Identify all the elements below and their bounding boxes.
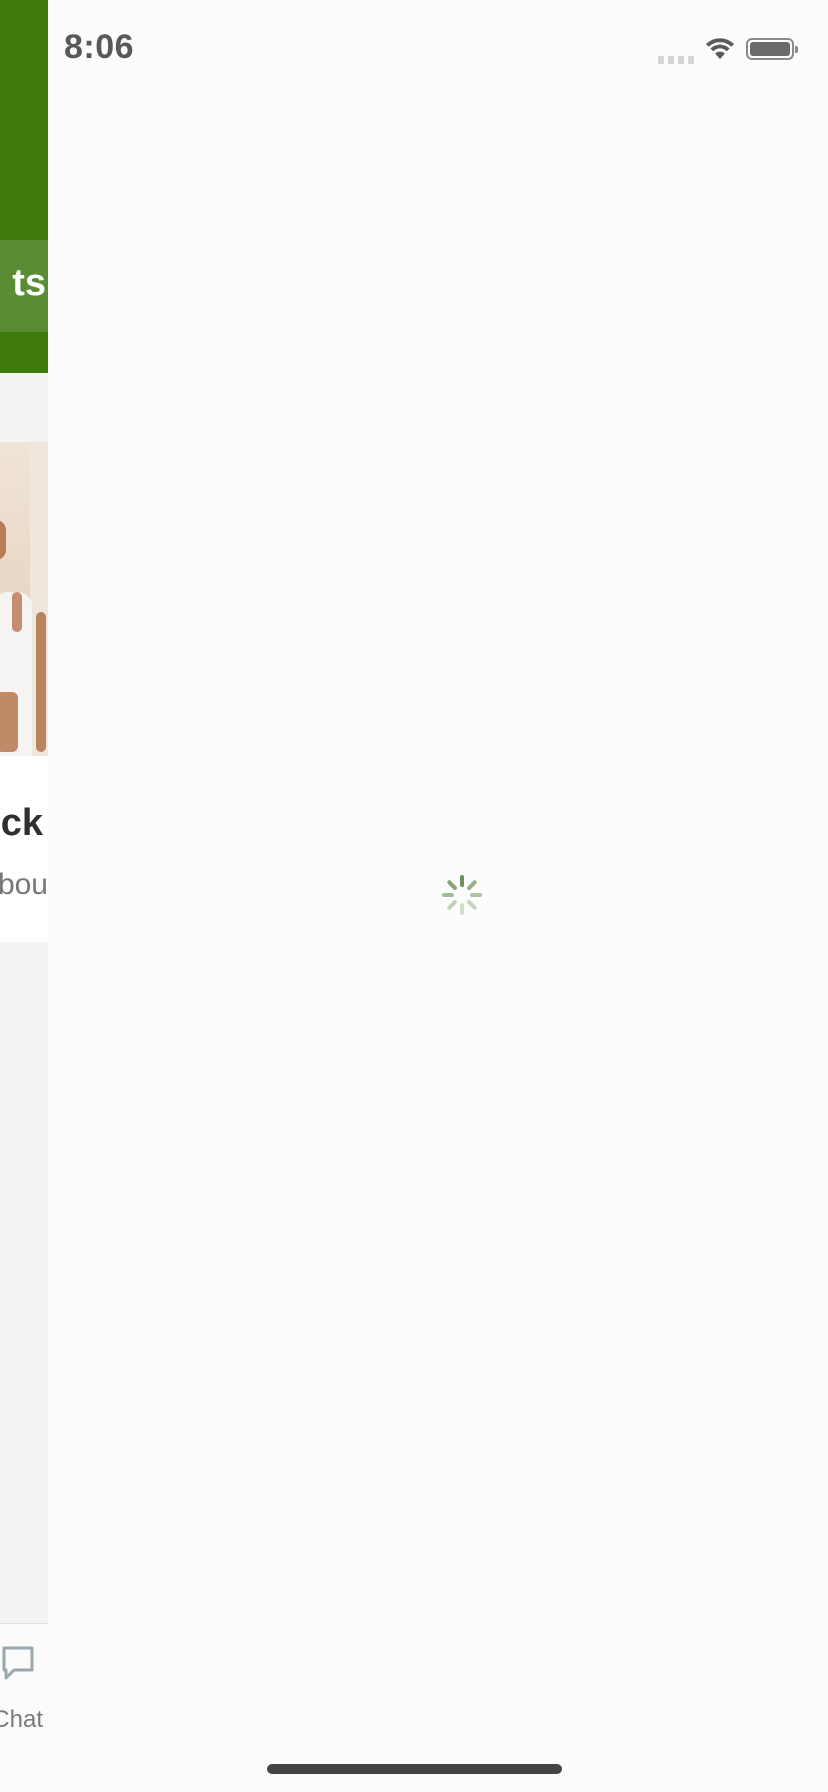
photo-arm	[12, 592, 22, 632]
cellular-signal-icon	[658, 42, 694, 64]
photo-arm	[0, 692, 18, 752]
background-page: ts ck bou Chat	[0, 0, 48, 1792]
app-screen: ts ck bou Chat 8:06	[0, 0, 828, 1792]
background-card-title: ck	[0, 802, 43, 844]
status-icons	[658, 34, 798, 64]
status-time: 8:06	[64, 28, 135, 66]
battery-icon	[746, 38, 798, 60]
home-indicator[interactable]	[267, 1764, 562, 1774]
photo-arm	[36, 612, 46, 752]
photo-person	[0, 520, 6, 560]
wifi-icon	[706, 38, 734, 59]
tab-chat-label[interactable]: Chat	[0, 1706, 43, 1734]
background-card-photo	[0, 442, 48, 756]
chat-bubble-icon[interactable]	[0, 1644, 36, 1684]
background-tab-bar: Chat	[0, 1623, 48, 1792]
background-card-subtitle: bou	[0, 868, 48, 901]
activity-spinner-icon	[442, 875, 482, 915]
background-tab[interactable]: ts	[0, 240, 48, 332]
background-tab-label: ts	[12, 262, 46, 304]
background-card[interactable]: ck bou	[0, 756, 48, 942]
